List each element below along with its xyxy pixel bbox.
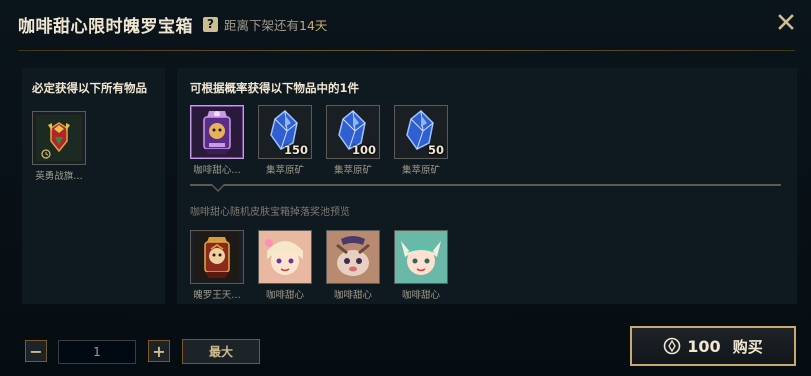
pool-item-label: 咖啡甜心	[333, 290, 372, 301]
countdown-text: 距离下架还有14天	[224, 15, 327, 34]
item-quantity: 100	[351, 143, 376, 157]
chance-item-label: 集萃原矿	[401, 165, 440, 176]
increase-quantity-button[interactable]: +	[148, 340, 170, 362]
countdown-days: 14天	[299, 17, 328, 33]
pool-caption: 咖啡甜心随机皮肤宝箱掉落奖池预览	[190, 207, 350, 218]
buy-label: 购买	[732, 337, 763, 356]
crystal-icon[interactable]: 100	[326, 105, 380, 159]
pool-item-label: 咖啡甜心	[265, 290, 304, 301]
quantity-input[interactable]	[58, 340, 136, 364]
close-icon[interactable]	[777, 13, 795, 31]
countdown-prefix: 距离下架还有	[224, 17, 300, 33]
max-quantity-button[interactable]: 最大	[182, 339, 260, 364]
purchase-dialog: 咖啡甜心限时魄罗宝箱 ? 距离下架还有14天 必定获得以下所有物品 英勇战旗… …	[0, 0, 811, 376]
item-quantity: 150	[283, 143, 308, 157]
item-quantity: 50	[427, 143, 444, 157]
crystal-icon[interactable]: 150	[258, 105, 312, 159]
crystal-icon[interactable]: 50	[394, 105, 448, 159]
poro-banner-icon[interactable]	[190, 230, 244, 284]
dialog-header: 咖啡甜心限时魄罗宝箱 ? 距离下架还有14天	[18, 10, 327, 38]
dialog-title: 咖啡甜心限时魄罗宝箱	[18, 16, 193, 37]
pool-item-label: 魄罗王天…	[193, 290, 241, 301]
champion-portrait-icon[interactable]	[326, 230, 380, 284]
pool-item-label: 咖啡甜心	[401, 290, 440, 301]
champion-portrait-icon[interactable]	[394, 230, 448, 284]
poro-chest-icon[interactable]	[190, 105, 244, 159]
banner-icon[interactable]	[32, 111, 86, 165]
guaranteed-panel: 必定获得以下所有物品	[22, 68, 165, 304]
chance-title: 可根据概率获得以下物品中的1件	[190, 81, 359, 95]
pool-divider	[190, 184, 781, 186]
chance-item-label: 集萃原矿	[265, 165, 304, 176]
guaranteed-item-label: 英勇战旗…	[35, 171, 83, 182]
chance-item-label: 咖啡甜心…	[193, 165, 241, 176]
guaranteed-title: 必定获得以下所有物品	[32, 81, 147, 95]
chance-item-label: 集萃原矿	[333, 165, 372, 176]
header-divider	[18, 50, 795, 51]
help-icon[interactable]: ?	[203, 16, 218, 32]
buy-button[interactable]: 100 购买	[630, 326, 796, 366]
decrease-quantity-button[interactable]: −	[25, 340, 47, 362]
champion-portrait-icon[interactable]	[258, 230, 312, 284]
riot-points-icon	[663, 337, 681, 355]
price-value: 100	[687, 336, 721, 356]
selection-notch	[211, 184, 225, 193]
